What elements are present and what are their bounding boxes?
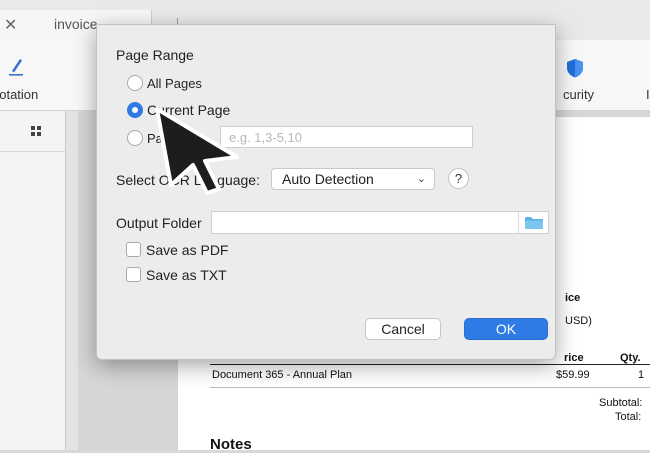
cancel-button[interactable]: Cancel xyxy=(365,318,441,340)
side-panel-divider[interactable] xyxy=(65,111,78,450)
chevron-down-icon: ⌄ xyxy=(416,173,426,185)
doc-col-qty: Qty. xyxy=(620,352,641,364)
save-as-pdf-checkbox[interactable] xyxy=(126,242,141,257)
ocr-language-select[interactable]: Auto Detection ⌄ xyxy=(271,168,435,190)
doc-currency: USD) xyxy=(565,315,592,327)
doc-line-qty: 1 xyxy=(638,369,645,381)
save-as-txt-checkbox[interactable] xyxy=(126,267,141,282)
doc-col-price: rice xyxy=(564,352,584,364)
output-folder-label: Output Folder xyxy=(116,215,202,231)
mouse-pointer-icon xyxy=(155,107,239,195)
pen-icon[interactable] xyxy=(8,56,24,76)
folder-icon xyxy=(525,217,543,229)
radio-all-pages[interactable] xyxy=(127,75,143,91)
radio-current-page[interactable] xyxy=(127,102,143,118)
toolbar-edge-label: I xyxy=(646,87,650,102)
doc-invoice-heading: ice xyxy=(565,292,581,304)
security-label[interactable]: curity xyxy=(563,87,594,102)
shield-icon[interactable] xyxy=(566,58,584,78)
help-button[interactable]: ? xyxy=(448,168,469,189)
ocr-language-value: Auto Detection xyxy=(282,171,374,187)
output-folder-field[interactable] xyxy=(211,211,549,234)
radio-all-pages-label[interactable]: All Pages xyxy=(147,76,202,91)
close-icon[interactable]: ✕ xyxy=(4,15,17,35)
side-panel xyxy=(0,111,65,450)
browse-folder-button[interactable] xyxy=(518,212,548,233)
grid-icon[interactable] xyxy=(31,126,41,136)
doc-notes-heading: Notes xyxy=(210,436,252,453)
doc-line-description: Document 365 - Annual Plan xyxy=(212,369,353,381)
save-as-pdf-label[interactable]: Save as PDF xyxy=(146,242,228,258)
pages-range-input[interactable] xyxy=(220,126,473,148)
ok-button[interactable]: OK xyxy=(464,318,548,340)
doc-header-rule xyxy=(210,364,650,365)
radio-pages[interactable] xyxy=(127,130,143,146)
doc-subtotal-label: Subtotal: xyxy=(599,397,643,409)
doc-line-price: $59.99 xyxy=(556,369,590,381)
tab-title: invoice xyxy=(54,16,98,32)
save-as-txt-label[interactable]: Save as TXT xyxy=(146,267,227,283)
annotation-label[interactable]: notation xyxy=(0,87,38,102)
doc-total-label: Total: xyxy=(615,411,642,423)
page-range-title: Page Range xyxy=(116,47,194,63)
doc-line-rule xyxy=(210,387,650,388)
